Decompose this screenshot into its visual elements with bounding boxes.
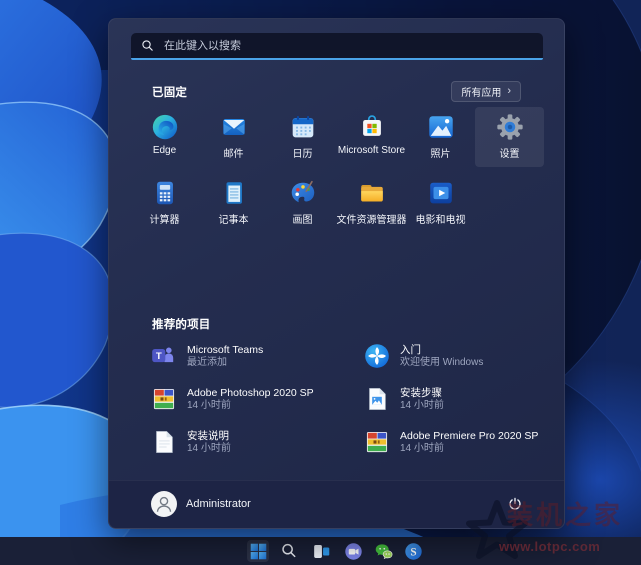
pinned-app-label: 文件资源管理器	[337, 211, 407, 226]
edge-icon	[150, 112, 180, 142]
all-apps-label: 所有应用	[461, 84, 501, 99]
recommended-item-subtitle: 14 小时前	[187, 400, 314, 412]
recommended-item-teams[interactable]: T Microsoft Teams 最近添加	[150, 341, 363, 371]
calendar-icon	[288, 112, 318, 142]
desktop: 已固定 所有应用 ›	[0, 0, 641, 565]
search-input[interactable]	[162, 39, 543, 53]
all-apps-button[interactable]: 所有应用 ›	[451, 81, 521, 102]
recommended-item-photoshop[interactable]: Adobe Photoshop 2020 SP 14 小时前	[150, 384, 363, 414]
pinned-app-label: 邮件	[224, 145, 244, 160]
pinned-app-label: 记事本	[219, 211, 249, 226]
recommended-item-premiere[interactable]: Adobe Premiere Pro 2020 SP 14 小时前	[363, 427, 542, 457]
user-avatar-icon	[151, 491, 177, 517]
pinned-app-label: 照片	[431, 145, 451, 160]
recommended-header: 推荐的项目	[152, 316, 211, 332]
archive-books-icon	[363, 428, 391, 456]
teams-icon: T	[150, 342, 178, 370]
taskbar-chat-button[interactable]	[342, 540, 364, 562]
movies-tv-icon	[426, 178, 456, 208]
archive-books-icon	[150, 385, 178, 413]
image-file-icon	[363, 385, 391, 413]
notepad-icon	[219, 178, 249, 208]
get-started-icon	[363, 342, 391, 370]
settings-gear-icon	[495, 112, 525, 142]
pinned-app-label: 电影和电视	[416, 211, 466, 226]
photos-icon	[426, 112, 456, 142]
task-view-icon	[312, 542, 331, 561]
pinned-app-file-explorer[interactable]: 文件资源管理器	[337, 173, 406, 233]
pinned-app-label: 计算器	[150, 211, 180, 226]
microsoft-store-icon	[357, 112, 387, 142]
recommended-item-title: Adobe Premiere Pro 2020 SP	[400, 430, 538, 443]
sogou-s-icon: S	[404, 542, 423, 561]
windows-start-icon	[249, 542, 268, 561]
recommended-item-subtitle: 14 小时前	[400, 443, 538, 455]
recommended-item-install-steps[interactable]: 安装步骤 14 小时前	[363, 384, 542, 414]
search-icon	[141, 39, 154, 52]
pinned-app-calendar[interactable]: 日历	[268, 107, 337, 167]
taskbar-wechat-button[interactable]	[372, 540, 394, 562]
pinned-app-label: 设置	[500, 145, 520, 160]
taskbar-sogou-input-button[interactable]: S	[402, 540, 424, 562]
recommended-item-subtitle: 最近添加	[187, 357, 263, 369]
pinned-app-label: Microsoft Store	[338, 145, 405, 156]
user-name: Administrator	[186, 498, 251, 510]
svg-text:T: T	[156, 351, 162, 362]
text-file-icon	[150, 428, 178, 456]
recommended-item-title: 安装步骤	[400, 387, 444, 400]
pinned-app-notepad[interactable]: 记事本	[199, 173, 268, 233]
recommended-item-title: Microsoft Teams	[187, 344, 263, 357]
recommended-item-title: Adobe Photoshop 2020 SP	[187, 387, 314, 400]
search-icon	[280, 542, 298, 560]
pinned-app-edge[interactable]: Edge	[130, 107, 199, 167]
taskbar-start-button[interactable]	[247, 540, 269, 562]
pinned-app-photos[interactable]: 照片	[406, 107, 475, 167]
recommended-item-install-notes[interactable]: 安装说明 14 小时前	[150, 427, 363, 457]
pinned-app-label: Edge	[153, 145, 176, 156]
recommended-item-subtitle: 14 小时前	[400, 400, 444, 412]
folder-icon	[357, 178, 387, 208]
taskbar-search-button[interactable]	[278, 540, 300, 562]
pinned-app-microsoft-store[interactable]: Microsoft Store	[337, 107, 406, 167]
mail-icon	[219, 112, 249, 142]
recommended-item-title: 入门	[400, 344, 483, 357]
pinned-app-movies-tv[interactable]: 电影和电视	[406, 173, 475, 233]
user-account-button[interactable]: Administrator	[151, 491, 251, 517]
pinned-app-settings[interactable]: 设置	[475, 107, 544, 167]
recommended-grid: T Microsoft Teams 最近添加	[150, 341, 542, 457]
pinned-header: 已固定	[152, 84, 187, 100]
pinned-app-calculator[interactable]: 计算器	[130, 173, 199, 233]
pinned-grid: Edge 邮件	[130, 107, 544, 239]
pinned-app-mail[interactable]: 邮件	[199, 107, 268, 167]
recommended-item-get-started[interactable]: 入门 欢迎使用 Windows	[363, 341, 542, 371]
calculator-icon	[150, 178, 180, 208]
pinned-app-label: 画图	[293, 211, 313, 226]
chat-video-icon	[344, 542, 363, 561]
user-bar: Administrator	[109, 480, 564, 528]
power-button[interactable]	[504, 493, 526, 515]
svg-text:S: S	[410, 546, 416, 558]
search-box	[131, 33, 543, 60]
power-icon	[507, 496, 523, 512]
recommended-item-title: 安装说明	[187, 430, 231, 443]
chevron-right-icon: ›	[507, 86, 511, 97]
pinned-app-paint[interactable]: 画图	[268, 173, 337, 233]
recommended-item-subtitle: 14 小时前	[187, 443, 231, 455]
start-menu: 已固定 所有应用 ›	[108, 18, 565, 529]
wechat-icon	[374, 542, 393, 561]
paint-palette-icon	[288, 178, 318, 208]
pinned-app-label: 日历	[293, 145, 313, 160]
taskbar-task-view-button[interactable]	[310, 540, 332, 562]
taskbar: S	[0, 537, 641, 565]
recommended-item-subtitle: 欢迎使用 Windows	[400, 357, 483, 369]
